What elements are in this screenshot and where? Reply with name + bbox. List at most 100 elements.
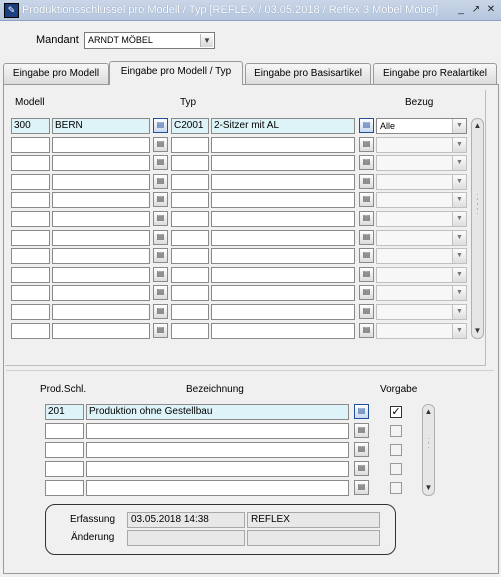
typ-nr-field[interactable] bbox=[171, 323, 209, 339]
list-lookup-icon[interactable]: ▤ bbox=[359, 230, 374, 245]
modell-nr-field[interactable] bbox=[11, 285, 50, 301]
list-lookup-icon[interactable]: ▤ bbox=[354, 480, 369, 495]
modell-name-field[interactable] bbox=[52, 211, 150, 227]
list-lookup-icon[interactable]: ▤ bbox=[153, 192, 168, 207]
close-icon[interactable]: ✕ bbox=[484, 3, 498, 17]
prod-schl-field[interactable] bbox=[45, 480, 84, 496]
bezug-select[interactable]: ▼ bbox=[376, 174, 467, 190]
list-lookup-icon[interactable]: ▤ bbox=[153, 155, 168, 170]
chevron-down-icon[interactable]: ▼ bbox=[452, 138, 466, 152]
tab-eingabe-pro-realartikel[interactable]: Eingabe pro Realartikel bbox=[373, 63, 497, 84]
list-lookup-icon[interactable]: ▤ bbox=[153, 230, 168, 245]
list-lookup-icon[interactable]: ▤ bbox=[354, 423, 369, 438]
typ-nr-field[interactable] bbox=[171, 230, 209, 246]
list-lookup-icon[interactable]: ▤ bbox=[153, 174, 168, 189]
upper-grid-scrollbar[interactable]: ▲ ⁚ ⁚ ⁚ ⁚ ▼ bbox=[471, 118, 484, 339]
typ-nr-field[interactable] bbox=[171, 155, 209, 171]
modell-name-field[interactable] bbox=[52, 174, 150, 190]
chevron-down-icon[interactable]: ▼ bbox=[452, 175, 466, 189]
mandant-select[interactable]: ARNDT MÖBEL ▼ bbox=[84, 32, 215, 49]
typ-nr-field[interactable] bbox=[171, 192, 209, 208]
list-lookup-icon[interactable]: ▤ bbox=[359, 174, 374, 189]
chevron-down-icon[interactable]: ▼ bbox=[452, 324, 466, 338]
scroll-grip-icon[interactable]: ⁚ ⁚ ⁚ ⁚ bbox=[474, 194, 481, 216]
bezeichnung-field[interactable] bbox=[86, 423, 349, 439]
bezug-select[interactable]: ▼ bbox=[376, 304, 467, 320]
scroll-up-icon[interactable]: ▲ bbox=[472, 120, 483, 132]
typ-name-field[interactable] bbox=[211, 211, 355, 227]
list-lookup-icon[interactable]: ▤ bbox=[153, 211, 168, 226]
scroll-up-icon[interactable]: ▲ bbox=[423, 406, 434, 418]
form-app-icon[interactable]: ✎ bbox=[4, 3, 19, 18]
list-lookup-icon[interactable]: ▤ bbox=[359, 118, 374, 133]
modell-nr-field[interactable] bbox=[11, 192, 50, 208]
list-lookup-icon[interactable]: ▤ bbox=[354, 404, 369, 419]
list-lookup-icon[interactable]: ▤ bbox=[359, 285, 374, 300]
typ-name-field[interactable] bbox=[211, 267, 355, 283]
typ-name-field[interactable] bbox=[211, 248, 355, 264]
chevron-down-icon[interactable]: ▼ bbox=[452, 268, 466, 282]
scroll-down-icon[interactable]: ▼ bbox=[472, 325, 483, 337]
bezeichnung-field[interactable] bbox=[86, 461, 349, 477]
list-lookup-icon[interactable]: ▤ bbox=[359, 267, 374, 282]
list-lookup-icon[interactable]: ▤ bbox=[153, 323, 168, 338]
restore-icon[interactable]: ↗ bbox=[469, 3, 483, 17]
typ-nr-field[interactable] bbox=[171, 137, 209, 153]
chevron-down-icon[interactable]: ▼ bbox=[452, 212, 466, 226]
modell-nr-field[interactable] bbox=[11, 304, 50, 320]
typ-name-field[interactable] bbox=[211, 174, 355, 190]
list-lookup-icon[interactable]: ▤ bbox=[153, 285, 168, 300]
typ-nr-field[interactable] bbox=[171, 174, 209, 190]
bezug-select[interactable]: ▼ bbox=[376, 192, 467, 208]
chevron-down-icon[interactable]: ▼ bbox=[452, 119, 466, 133]
prod-schl-field[interactable] bbox=[45, 423, 84, 439]
modell-nr-field[interactable] bbox=[11, 174, 50, 190]
vorgabe-checkbox[interactable] bbox=[390, 482, 402, 494]
modell-nr-field[interactable] bbox=[11, 211, 50, 227]
scroll-grip-icon[interactable]: ⁚ ⁚ bbox=[425, 438, 432, 450]
prod-schl-field[interactable] bbox=[45, 442, 84, 458]
list-lookup-icon[interactable]: ▤ bbox=[359, 155, 374, 170]
vorgabe-checkbox[interactable] bbox=[390, 425, 402, 437]
modell-nr-field[interactable]: 300 bbox=[11, 118, 50, 134]
bezeichnung-field[interactable] bbox=[86, 480, 349, 496]
typ-nr-field[interactable] bbox=[171, 304, 209, 320]
vorgabe-checkbox[interactable]: ✓ bbox=[390, 406, 402, 418]
list-lookup-icon[interactable]: ▤ bbox=[359, 211, 374, 226]
bezug-select[interactable]: ▼ bbox=[376, 211, 467, 227]
lower-grid-scrollbar[interactable]: ▲ ⁚ ⁚ ▼ bbox=[422, 404, 435, 496]
vorgabe-checkbox[interactable] bbox=[390, 444, 402, 456]
modell-nr-field[interactable] bbox=[11, 248, 50, 264]
modell-name-field[interactable] bbox=[52, 304, 150, 320]
list-lookup-icon[interactable]: ▤ bbox=[153, 137, 168, 152]
modell-nr-field[interactable] bbox=[11, 137, 50, 153]
chevron-down-icon[interactable]: ▼ bbox=[452, 156, 466, 170]
chevron-down-icon[interactable]: ▼ bbox=[452, 231, 466, 245]
modell-name-field[interactable] bbox=[52, 230, 150, 246]
typ-name-field[interactable]: 2-Sitzer mit AL bbox=[211, 118, 355, 134]
tab-eingabe-pro-basisartikel[interactable]: Eingabe pro Basisartikel bbox=[245, 63, 371, 84]
chevron-down-icon[interactable]: ▼ bbox=[200, 34, 213, 47]
typ-name-field[interactable] bbox=[211, 192, 355, 208]
bezeichnung-field[interactable]: Produktion ohne Gestellbau bbox=[86, 404, 349, 420]
typ-nr-field[interactable] bbox=[171, 211, 209, 227]
modell-name-field[interactable] bbox=[52, 192, 150, 208]
modell-nr-field[interactable] bbox=[11, 323, 50, 339]
list-lookup-icon[interactable]: ▤ bbox=[153, 118, 168, 133]
list-lookup-icon[interactable]: ▤ bbox=[354, 461, 369, 476]
modell-name-field[interactable] bbox=[52, 323, 150, 339]
bezug-select[interactable]: ▼ bbox=[376, 230, 467, 246]
list-lookup-icon[interactable]: ▤ bbox=[153, 267, 168, 282]
chevron-down-icon[interactable]: ▼ bbox=[452, 193, 466, 207]
modell-name-field[interactable] bbox=[52, 248, 150, 264]
chevron-down-icon[interactable]: ▼ bbox=[452, 305, 466, 319]
minimize-icon[interactable]: _ bbox=[454, 3, 468, 17]
modell-name-field[interactable]: BERN bbox=[52, 118, 150, 134]
scroll-down-icon[interactable]: ▼ bbox=[423, 482, 434, 494]
bezeichnung-field[interactable] bbox=[86, 442, 349, 458]
modell-nr-field[interactable] bbox=[11, 267, 50, 283]
typ-nr-field[interactable] bbox=[171, 248, 209, 264]
typ-name-field[interactable] bbox=[211, 285, 355, 301]
typ-name-field[interactable] bbox=[211, 230, 355, 246]
vorgabe-checkbox[interactable] bbox=[390, 463, 402, 475]
